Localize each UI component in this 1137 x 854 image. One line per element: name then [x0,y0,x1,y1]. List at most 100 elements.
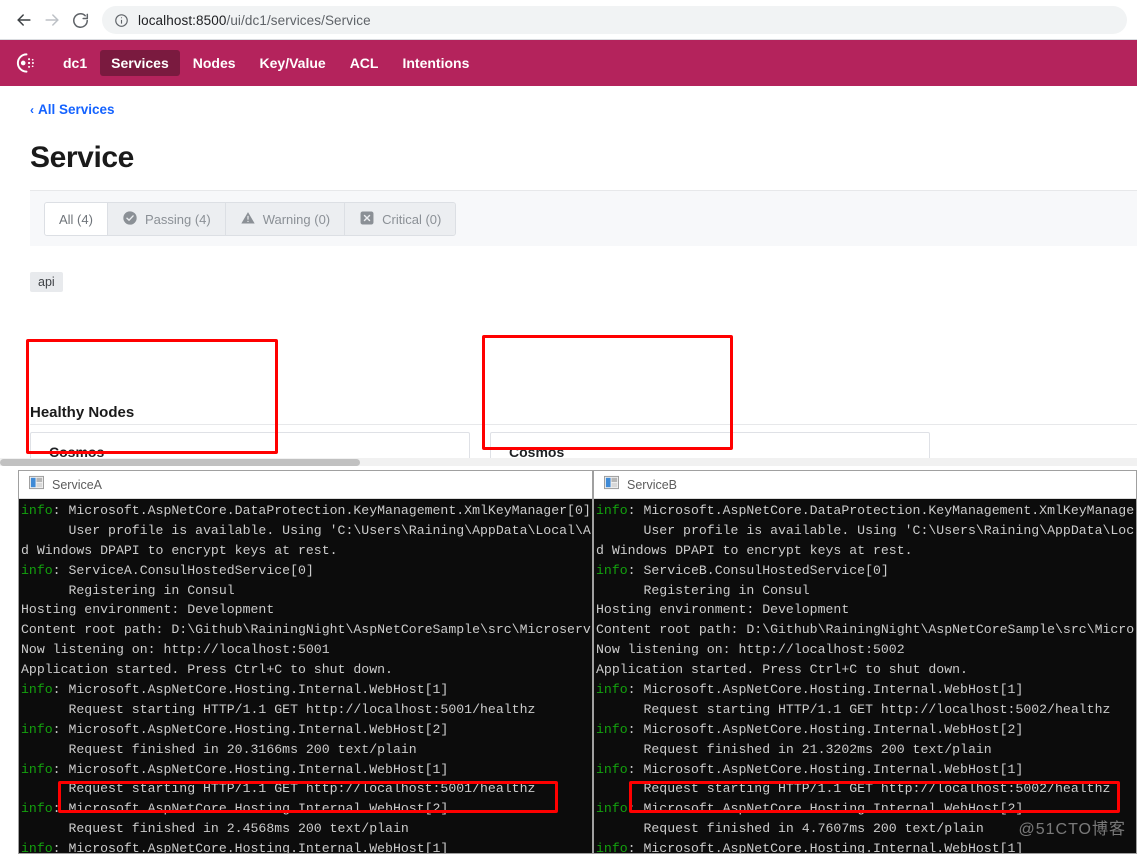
console-line-text: Request starting HTTP/1.1 GET http://loc… [596,701,1111,717]
log-level-info: info [21,503,53,518]
console-window-servicea[interactable]: ServiceA info: Microsoft.AspNetCore.Data… [18,470,593,854]
scrollbar-thumb[interactable] [0,459,360,466]
console-window-serviceb[interactable]: ServiceB info: Microsoft.AspNetCore.Data… [593,470,1137,854]
consul-logo-icon[interactable] [8,46,42,80]
service-tags: api [30,272,63,292]
console-line: Registering in Consul [21,581,592,601]
console-line: info: Microsoft.AspNetCore.Hosting.Inter… [596,839,1136,854]
console-line: Request finished in 21.3202ms 200 text/p… [596,740,1136,760]
tab-critical-label: Critical (0) [382,211,442,227]
console-line: User profile is available. Using 'C:\Use… [21,521,592,541]
console-line: info: ServiceA.ConsulHostedService[0] [21,561,592,581]
console-line: Hosting environment: Development [596,600,1136,620]
console-line: Registering in Consul [596,581,1136,601]
console-line: info: Microsoft.AspNetCore.Hosting.Inter… [21,799,592,819]
log-level-info: info [21,562,53,578]
console-line-text: : Microsoft.AspNetCore.Hosting.Internal.… [627,841,1024,854]
section-divider [30,424,1137,425]
chevron-left-icon: ‹ [30,102,34,117]
tab-passing[interactable]: Passing (4) [107,203,226,235]
console-line: info: Microsoft.AspNetCore.DataProtectio… [21,501,592,521]
console-line: Hosting environment: Development [21,600,592,620]
console-line-text: Request starting HTTP/1.1 GET http://loc… [21,781,536,797]
log-level-info: info [596,801,628,817]
console-titlebar[interactable]: ServiceB [594,471,1136,499]
tab-all-label: All (4) [59,211,93,227]
console-line-text: d Windows DPAPI to encrypt keys at rest. [21,542,338,558]
console-output-serviceb: info: Microsoft.AspNetCore.DataProtectio… [594,499,1136,854]
console-line-text: Request finished in 2.4568ms 200 text/pl… [21,821,409,837]
console-line-text: Request starting HTTP/1.1 GET http://loc… [21,701,536,717]
address-bar[interactable]: localhost:8500/ui/dc1/services/Service [102,6,1127,34]
console-line: User profile is available. Using 'C:\Use… [596,521,1136,541]
console-line: Application started. Press Ctrl+C to shu… [21,660,592,680]
nav-item-intentions[interactable]: Intentions [391,50,480,76]
console-line-text: Content root path: D:\Github\RainingNigh… [21,622,591,638]
page-content: ‹ All Services Service All (4) Passing (… [0,86,1137,466]
log-level-info: info [596,721,628,737]
tab-critical[interactable]: Critical (0) [345,203,456,235]
console-line: Request starting HTTP/1.1 GET http://loc… [21,779,592,799]
forward-arrow-icon[interactable] [38,6,66,34]
console-line-text: Hosting environment: Development [21,602,275,618]
log-level-info: info [21,801,53,817]
nav-item-nodes[interactable]: Nodes [182,50,247,76]
info-circle-icon[interactable] [114,13,129,28]
console-line-text: Request starting HTTP/1.1 GET http://loc… [596,781,1111,797]
consul-navbar: dc1 Services Nodes Key/Value ACL Intenti… [0,40,1137,86]
console-line: Application started. Press Ctrl+C to shu… [596,660,1136,680]
log-level-info: info [596,503,628,518]
warning-triangle-icon [240,210,256,229]
console-line: Now listening on: http://localhost:5002 [596,640,1136,660]
nav-item-key-value[interactable]: Key/Value [249,50,337,76]
console-line: Request finished in 2.4568ms 200 text/pl… [21,819,592,839]
page-title: Service [30,141,134,174]
console-titlebar[interactable]: ServiceA [19,471,592,499]
console-line: info: ServiceB.ConsulHostedService[0] [596,561,1136,581]
x-square-icon [359,210,375,229]
console-line: info: Microsoft.AspNetCore.DataProtectio… [596,501,1136,521]
console-title-label: ServiceA [52,477,103,492]
nav-item-services[interactable]: Services [100,50,180,76]
tab-warning[interactable]: Warning (0) [225,203,346,235]
log-level-info: info [21,761,53,777]
url-host: localhost:8500 [138,12,227,28]
console-line: info: Microsoft.AspNetCore.Hosting.Inter… [596,680,1136,700]
healthy-nodes-heading: Healthy Nodes [30,404,135,421]
console-line-text: : Microsoft.AspNetCore.Hosting.Internal.… [52,682,449,698]
screen-root: localhost:8500/ui/dc1/services/Service d… [0,0,1137,854]
breadcrumb-label: All Services [38,102,115,117]
console-line-text: Hosting environment: Development [596,602,850,618]
console-line-text: : Microsoft.AspNetCore.Hosting.Internal.… [52,721,449,737]
console-line-text: Application started. Press Ctrl+C to shu… [596,662,968,678]
log-level-info: info [596,562,628,578]
url-path: /ui/dc1/services/Service [226,12,371,28]
breadcrumb[interactable]: ‹ All Services [30,102,115,117]
console-line-text: Now listening on: http://localhost:5002 [596,642,905,658]
console-line-text: Request finished in 4.7607ms 200 text/pl… [596,821,984,837]
console-output-servicea: info: Microsoft.AspNetCore.DataProtectio… [19,499,592,853]
console-line: info: Microsoft.AspNetCore.Hosting.Inter… [21,839,592,853]
console-line-text: User profile is available. Using 'C:\Use… [21,522,591,538]
console-line: info: Microsoft.AspNetCore.Hosting.Inter… [21,680,592,700]
console-line: info: Microsoft.AspNetCore.Hosting.Inter… [21,720,592,740]
console-line: d Windows DPAPI to encrypt keys at rest. [596,541,1136,561]
console-line: Content root path: D:\Github\RainingNigh… [596,620,1136,640]
nav-item-dc1[interactable]: dc1 [52,50,98,76]
console-line-text: : Microsoft.AspNetCore.Hosting.Internal.… [52,761,449,777]
console-line-text: : Microsoft.AspNetCore.Hosting.Internal.… [627,682,1024,698]
console-window-icon [29,475,44,495]
back-arrow-icon[interactable] [10,6,38,34]
health-filter-tabs: All (4) Passing (4) Warning (0) Critical… [44,202,457,236]
console-title-label: ServiceB [627,477,678,492]
console-line-text: d Windows DPAPI to encrypt keys at rest. [596,542,913,558]
tab-all[interactable]: All (4) [45,203,108,235]
console-line-text: Request finished in 21.3202ms 200 text/p… [596,741,992,757]
nav-item-acl[interactable]: ACL [339,50,390,76]
console-line-text: : ServiceA.ConsulHostedService[0] [52,562,314,578]
horizontal-scrollbar[interactable] [0,458,1137,466]
tag-api[interactable]: api [30,272,63,292]
reload-icon[interactable] [66,6,94,34]
log-level-info: info [21,721,53,737]
console-line: info: Microsoft.AspNetCore.Hosting.Inter… [596,760,1136,780]
